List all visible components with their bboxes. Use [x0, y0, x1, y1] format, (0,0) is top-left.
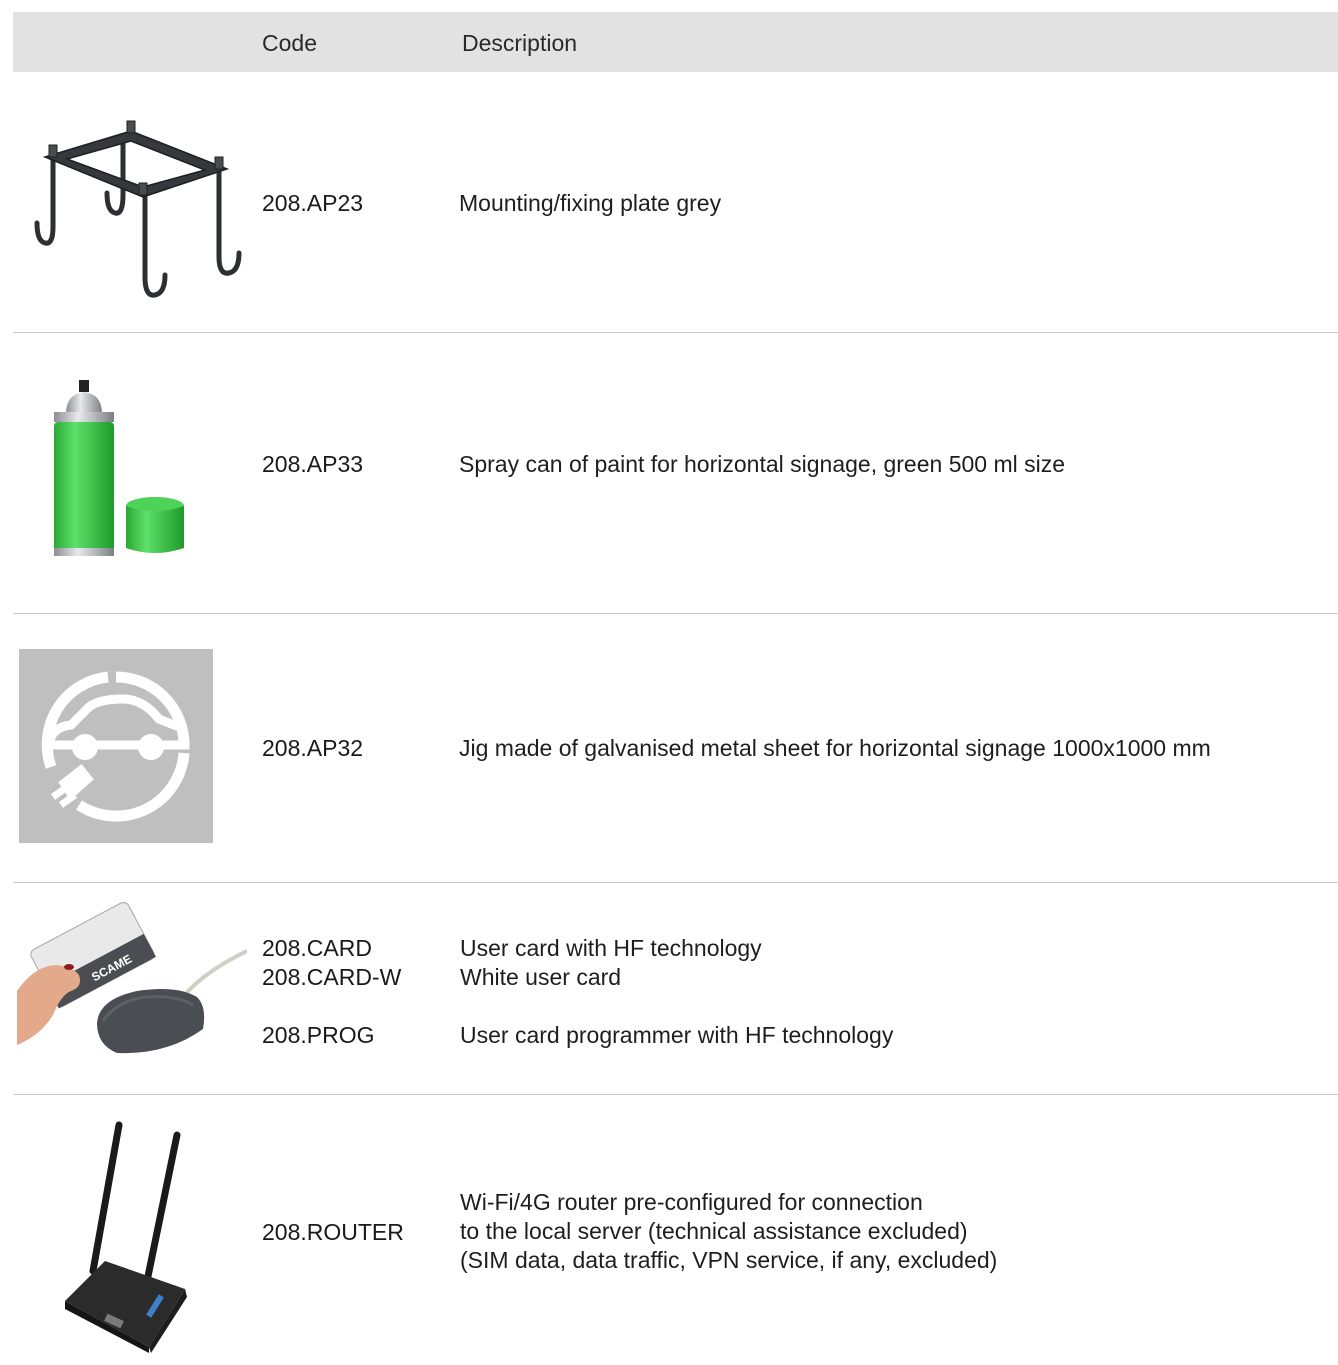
product-description: Spray can of paint for horizontal signag… — [459, 451, 1066, 477]
description-line: Wi-Fi/4G router pre-configured for conne… — [460, 1189, 923, 1215]
spray-can-image — [54, 380, 184, 556]
table-row: 208.AP32 Jig made of galvanised metal sh… — [13, 614, 1338, 883]
product-description: User card programmer with HF technology — [460, 1022, 894, 1048]
table-row: 208.ROUTER Wi-Fi/4G router pre-configure… — [13, 1095, 1338, 1365]
ev-signage-jig-image — [19, 649, 213, 843]
user-card-reader-image: SCAME — [17, 901, 247, 1054]
router-image — [65, 1121, 187, 1353]
product-description: Wi-Fi/4G router pre-configured for conne… — [460, 1188, 997, 1275]
product-code: 208.PROG — [262, 1022, 375, 1048]
product-code: 208.AP32 — [262, 735, 364, 761]
product-description: Jig made of galvanised metal sheet for h… — [459, 735, 1211, 761]
product-code: 208.CARD — [262, 935, 372, 961]
table-header: Code Description — [13, 12, 1338, 72]
product-description: Mounting/fixing plate grey — [459, 190, 722, 216]
code-column-header: Code — [262, 30, 317, 56]
description-column-header: Description — [462, 30, 578, 56]
product-code: 208.ROUTER — [262, 1219, 404, 1245]
product-code: 208.AP33 — [262, 451, 364, 477]
table-row: 208.AP23 Mounting/fixing plate grey — [13, 72, 1338, 333]
description-line: (SIM data, data traffic, VPN service, if… — [460, 1247, 998, 1273]
product-description: White user card — [460, 964, 622, 990]
product-code: 208.AP23 — [262, 190, 364, 216]
table-row: 208.AP33 Spray can of paint for horizont… — [13, 333, 1338, 614]
description-line: to the local server (technical assistanc… — [460, 1218, 968, 1244]
product-description: User card with HF technology — [460, 935, 762, 961]
mounting-plate-image — [34, 120, 242, 298]
product-code: 208.CARD-W — [262, 964, 402, 990]
table-row: SCAME 208.CARD 208.CARD-W 208.PROG User … — [13, 883, 1338, 1095]
